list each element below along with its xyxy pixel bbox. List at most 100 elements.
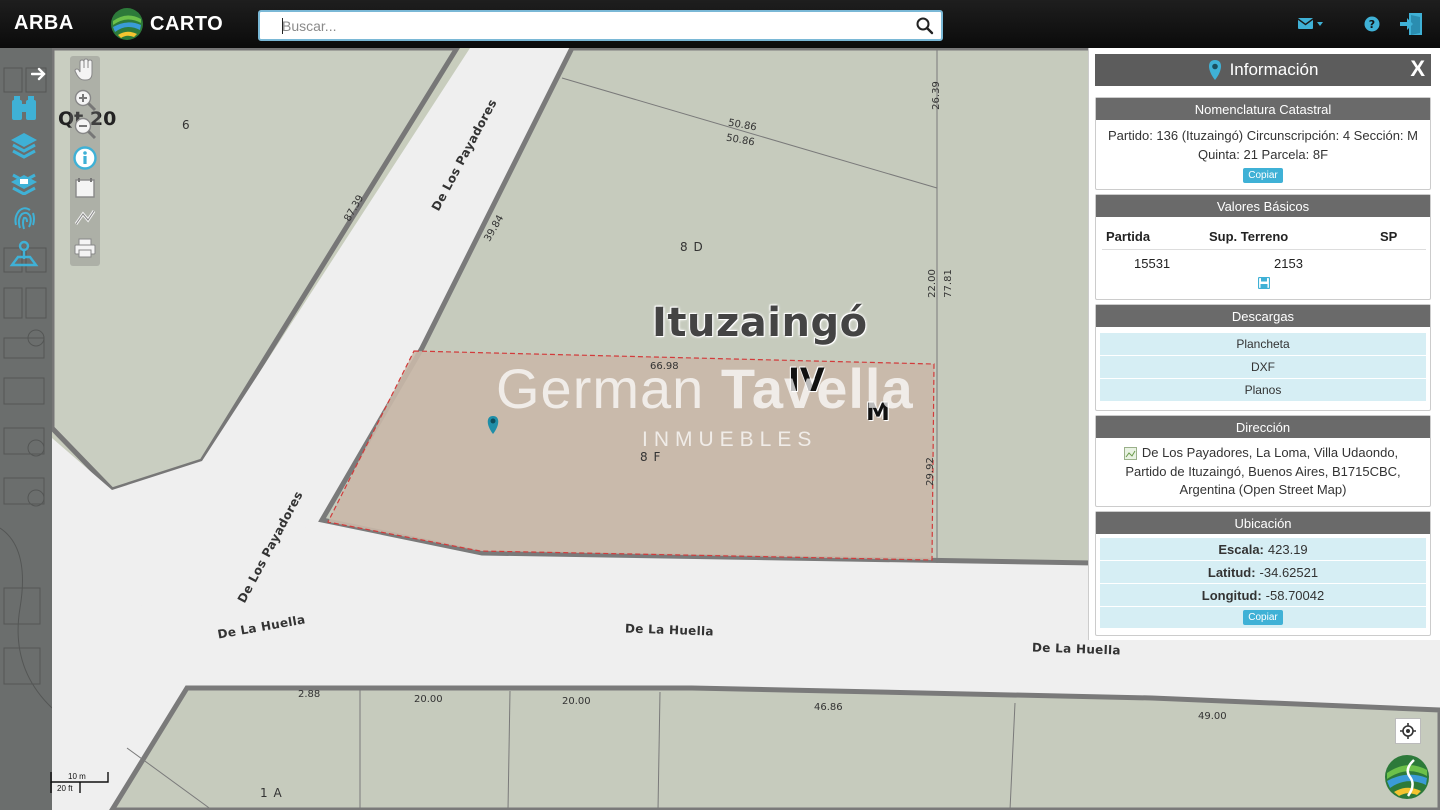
dimension-label: 20.00 [562, 696, 591, 707]
zoom-in-icon [74, 89, 97, 112]
binoculars-icon [12, 96, 36, 120]
zoom-in-tool[interactable] [71, 86, 99, 114]
city-label: Ituzaingó [652, 300, 868, 346]
print-tool[interactable] [71, 234, 99, 262]
arrow-right-icon [31, 67, 46, 81]
info-panel: Información X Nomenclatura Catastral Par… [1088, 48, 1440, 640]
logout-button[interactable] [1396, 12, 1428, 36]
scale-bar: 10 m 20 ft [50, 771, 110, 795]
mail-menu[interactable] [1296, 12, 1326, 36]
direccion-line: Argentina (Open Street Map) [1179, 482, 1347, 497]
lot-label: 8 F [640, 450, 662, 464]
extra-layers-tool[interactable] [8, 166, 40, 196]
col-header-sup-terreno: Sup. Terreno [1209, 229, 1289, 244]
dimension-label: 20.00 [414, 694, 443, 705]
caret-down-icon [1317, 22, 1323, 26]
scale-imperial-label: 20 ft [57, 784, 73, 793]
dimension-label: 22.00 [926, 269, 938, 298]
carto-logo[interactable]: CARTO [110, 5, 223, 43]
layers-tool[interactable] [8, 130, 40, 160]
geolocate-tool[interactable] [8, 238, 40, 268]
select-icon [75, 178, 95, 198]
scale-metric-label: 10 m [68, 772, 86, 781]
latitud-label: Latitud: [1207, 564, 1256, 580]
map-pin-icon [1208, 60, 1221, 80]
save-icon[interactable] [1258, 277, 1270, 289]
zoom-out-tool[interactable] [71, 114, 99, 142]
map-tools-bar [70, 56, 100, 266]
nomenclatura-text: Partido: 136 (Ituzaingó) Circunscripción… [1096, 126, 1430, 164]
dimension-label: 29.92 [924, 457, 936, 486]
expand-panel-button[interactable] [28, 64, 50, 84]
zoom-out-icon [74, 117, 97, 140]
watermark-name-bold: Tavella [720, 357, 914, 420]
lot-label: 1 A [260, 786, 283, 800]
help-button[interactable]: ? [1362, 12, 1382, 36]
measure-icon [74, 210, 96, 225]
explore-tool[interactable] [8, 94, 40, 124]
arba-logo[interactable]: ARBA [14, 12, 74, 35]
section-title: Nomenclatura Catastral [1096, 98, 1430, 120]
copy-nomenclatura-button[interactable]: Copiar [1243, 168, 1283, 183]
latitud-row: Latitud: -34.62521 [1100, 561, 1426, 584]
watermark-sub: INMUEBLES [642, 428, 818, 451]
info-tool[interactable] [71, 144, 99, 172]
copy-ubicacion-button[interactable]: Copiar [1243, 610, 1283, 625]
search-box[interactable] [258, 10, 943, 41]
download-planos-link[interactable]: Planos [1100, 379, 1426, 402]
logout-icon [1400, 13, 1422, 35]
section-title: Dirección [1096, 416, 1430, 438]
longitud-value: -58.70042 [1265, 587, 1325, 603]
download-plancheta-link[interactable]: Plancheta [1100, 333, 1426, 356]
carto-text: CARTO [150, 12, 224, 35]
valores-table: Partida Sup. Terreno SP 15531 2153 [1096, 217, 1430, 299]
fingerprint-icon [14, 207, 35, 230]
dimension-label: 26.39 [930, 81, 942, 110]
col-header-sp: SP [1380, 229, 1398, 244]
watermark-name-light: German [496, 357, 705, 420]
dimension-label: 49.00 [1198, 711, 1227, 722]
close-button[interactable]: X [1410, 56, 1425, 82]
layers-icon [11, 133, 37, 159]
sup-terreno-value: 2153 [1274, 256, 1303, 271]
download-dxf-link[interactable]: DXF [1100, 356, 1426, 379]
map-overview-pattern [0, 67, 52, 709]
hand-icon [74, 58, 93, 81]
info-panel-title: Información [1229, 60, 1319, 79]
locate-icon [1400, 723, 1416, 739]
col-header-partida: Partida [1106, 229, 1151, 244]
nomenclatura-line: Quinta: 21 Parcela: 8F [1197, 147, 1329, 162]
escala-value: 423.19 [1267, 541, 1308, 557]
layers-extra-icon [11, 173, 37, 195]
nomenclatura-line: Partido: 136 (Ituzaingó) Circunscripción… [1108, 128, 1418, 143]
latitud-value: -34.62521 [1259, 564, 1319, 580]
locate-button[interactable] [1395, 718, 1421, 744]
section-title: Ubicación [1096, 512, 1430, 534]
measure-tool[interactable] [71, 204, 99, 232]
info-icon [73, 146, 97, 170]
divider [1102, 249, 1426, 250]
section-title: Valores Básicos [1096, 195, 1430, 217]
ubicacion-section: Ubicación Escala: 423.19 Latitud: -34.62… [1095, 511, 1431, 636]
mail-icon [1298, 18, 1323, 29]
valores-section: Valores Básicos Partida Sup. Terreno SP … [1095, 194, 1431, 300]
longitud-label: Longitud: [1201, 587, 1262, 603]
lot-label: 8 D [680, 240, 704, 254]
left-toolbar [0, 48, 52, 810]
search-input[interactable] [282, 16, 902, 36]
svg-text:?: ? [1369, 18, 1375, 31]
descargas-section: Descargas Plancheta DXF Planos [1095, 304, 1431, 411]
direccion-text: De Los Payadores, La Loma, Villa Udaondo… [1096, 444, 1430, 500]
escala-row: Escala: 423.19 [1100, 538, 1426, 561]
watermark-name: German Tavella [496, 356, 914, 421]
select-tool[interactable] [71, 174, 99, 202]
escala-label: Escala: [1218, 541, 1264, 557]
search-icon[interactable] [915, 16, 935, 36]
pan-tool[interactable] [71, 56, 99, 84]
identify-tool[interactable] [8, 202, 40, 232]
carto-globe-icon[interactable] [1384, 754, 1430, 800]
dimension-label: 2.88 [298, 689, 321, 700]
lot-label: 6 [182, 118, 190, 132]
partida-value: 15531 [1134, 256, 1171, 271]
location-person-icon [9, 240, 39, 267]
